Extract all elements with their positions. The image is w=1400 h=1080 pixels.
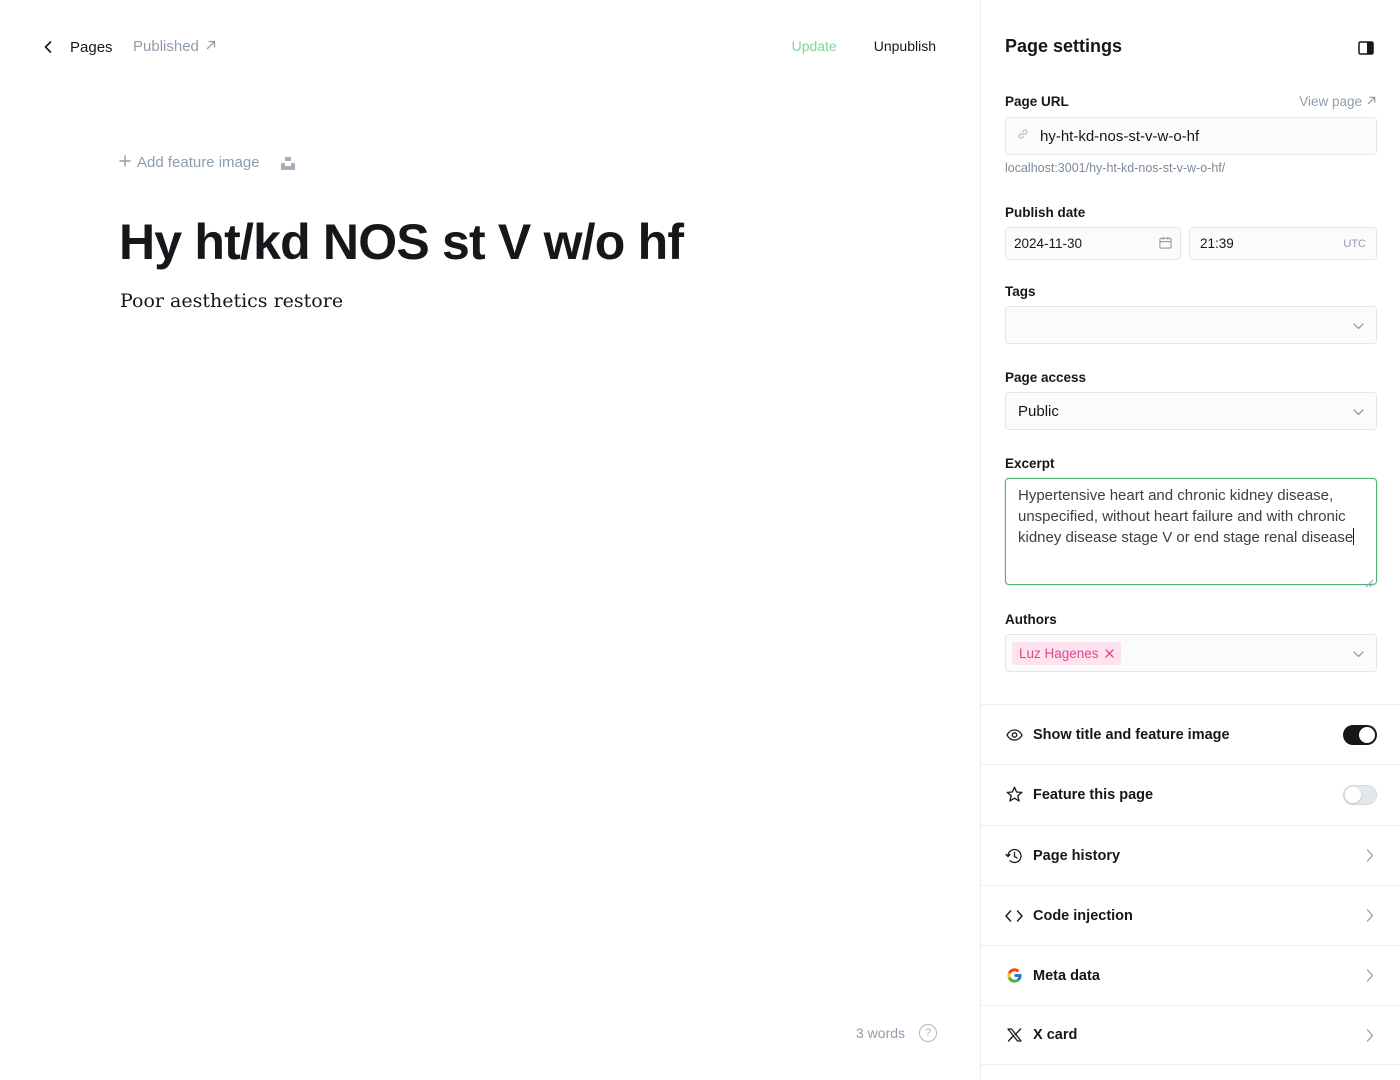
code-icon: [1005, 907, 1023, 925]
toggle-knob: [1345, 786, 1361, 803]
publish-date-value: 2024-11-30: [1014, 236, 1083, 251]
panel-title: Page settings: [1005, 36, 1123, 56]
x-card-row[interactable]: X card: [981, 1005, 1400, 1065]
author-name: Luz Hagenes: [1019, 645, 1099, 661]
view-page-label: View page: [1299, 94, 1362, 109]
plus-icon: [119, 154, 131, 171]
tags-select[interactable]: [1005, 306, 1377, 344]
resize-handle-icon[interactable]: [1365, 573, 1374, 588]
star-icon: [1005, 786, 1023, 804]
add-feature-label: Add feature image: [137, 154, 260, 171]
show-title-toggle[interactable]: [1343, 724, 1377, 745]
external-link-icon: [1366, 94, 1377, 109]
chevron-right-icon: [1363, 907, 1377, 925]
tags-field: Tags: [1005, 284, 1377, 344]
update-button[interactable]: Update: [792, 38, 837, 54]
close-icon[interactable]: [1104, 646, 1114, 661]
excerpt-label: Excerpt: [1005, 456, 1055, 471]
eye-icon: [1005, 726, 1023, 744]
page-history-row[interactable]: Page history: [981, 825, 1400, 885]
status-label: Published: [133, 38, 199, 55]
x-card-label: X card: [1033, 1027, 1078, 1043]
meta-data-label: Meta data: [1033, 967, 1100, 984]
page-settings-panel: Page settings Page URL View page hy-ht-k…: [980, 0, 1400, 1080]
chevron-left-icon: [40, 36, 56, 58]
page-history-label: Page history: [1033, 847, 1121, 864]
chevron-right-icon: [1363, 847, 1377, 865]
authors-label: Authors: [1005, 612, 1057, 627]
unpublish-button[interactable]: Unpublish: [874, 38, 936, 54]
page-url-field: Page URL View page hy-ht-kd-nos-st-v-w-o…: [1005, 94, 1377, 175]
page-access-label: Page access: [1005, 370, 1087, 385]
feature-page-toggle[interactable]: [1343, 784, 1377, 805]
text-caret: [1353, 528, 1355, 545]
word-count-label: 3 words: [856, 1025, 906, 1041]
editor-topbar: Pages Published Update Unpublish: [40, 36, 936, 58]
publish-time-value: 21:39: [1200, 236, 1234, 251]
history-icon: [1005, 847, 1023, 865]
sidebar-toggle-icon[interactable]: [1356, 38, 1376, 58]
feature-page-label: Feature this page: [1033, 786, 1154, 803]
chevron-right-icon: [1363, 1026, 1377, 1044]
publish-date-field: Publish date 2024-11-30 21:39 UTC: [1005, 205, 1377, 260]
excerpt-field: Excerpt Hypertensive heart and chronic k…: [1005, 456, 1377, 588]
publish-date-label: Publish date: [1005, 205, 1086, 220]
page-access-value: Public: [1018, 402, 1059, 420]
page-url-input[interactable]: hy-ht-kd-nos-st-v-w-o-hf: [1005, 117, 1377, 155]
feature-image-controls: Add feature image: [119, 154, 296, 171]
publish-time-input[interactable]: 21:39 UTC: [1189, 227, 1377, 260]
publish-status-link[interactable]: Published: [133, 38, 217, 55]
timezone-label: UTC: [1343, 237, 1366, 250]
page-url-value: hy-ht-kd-nos-st-v-w-o-hf: [1040, 127, 1200, 145]
chevron-down-icon: [1353, 645, 1364, 662]
editor-area: Pages Published Update Unpublish Add fea…: [0, 0, 980, 1080]
back-to-pages-button[interactable]: Pages: [40, 36, 113, 58]
show-title-row[interactable]: Show title and feature image: [981, 704, 1400, 764]
meta-data-row[interactable]: Meta data: [981, 945, 1400, 1005]
authors-select[interactable]: Luz Hagenes: [1005, 634, 1377, 672]
chevron-down-icon: [1353, 317, 1364, 334]
tags-label: Tags: [1005, 284, 1036, 299]
panel-header: Page settings: [1005, 36, 1376, 60]
show-title-label: Show title and feature image: [1033, 726, 1230, 743]
unsplash-icon[interactable]: [280, 155, 296, 171]
add-feature-image-button[interactable]: Add feature image: [119, 154, 260, 171]
code-injection-label: Code injection: [1033, 907, 1133, 924]
page-access-select[interactable]: Public: [1005, 392, 1377, 430]
page-url-full: localhost:3001/hy-ht-kd-nos-st-v-w-o-hf/: [1005, 161, 1226, 175]
code-injection-row[interactable]: Code injection: [981, 885, 1400, 945]
editor-actions: Update Unpublish: [792, 38, 936, 54]
help-icon[interactable]: ?: [919, 1024, 938, 1042]
toggle-knob: [1359, 726, 1375, 743]
chevron-right-icon: [1363, 967, 1377, 985]
external-link-icon: [205, 38, 217, 55]
chevron-down-icon: [1353, 403, 1364, 420]
author-tag[interactable]: Luz Hagenes: [1012, 641, 1121, 665]
authors-field: Authors Luz Hagenes: [1005, 612, 1377, 672]
link-icon: [1016, 127, 1030, 145]
view-page-link[interactable]: View page: [1299, 94, 1377, 109]
page-access-field: Page access Public: [1005, 370, 1377, 430]
google-icon: [1005, 967, 1023, 985]
back-label: Pages: [70, 38, 113, 56]
x-logo-icon: [1005, 1026, 1023, 1044]
post-title[interactable]: Hy ht/kd NOS st V w/o hf: [119, 212, 684, 272]
post-body[interactable]: Poor aesthetics restore: [120, 290, 343, 312]
excerpt-textarea[interactable]: Hypertensive heart and chronic kidney di…: [1005, 478, 1377, 588]
publish-date-input[interactable]: 2024-11-30: [1005, 227, 1181, 260]
publish-date-row: 2024-11-30 21:39 UTC: [1005, 227, 1377, 260]
word-count: 3 words ?: [856, 1024, 938, 1042]
excerpt-value: Hypertensive heart and chronic kidney di…: [1018, 487, 1354, 546]
calendar-icon: [1159, 236, 1172, 252]
feature-page-row[interactable]: Feature this page: [981, 764, 1400, 824]
